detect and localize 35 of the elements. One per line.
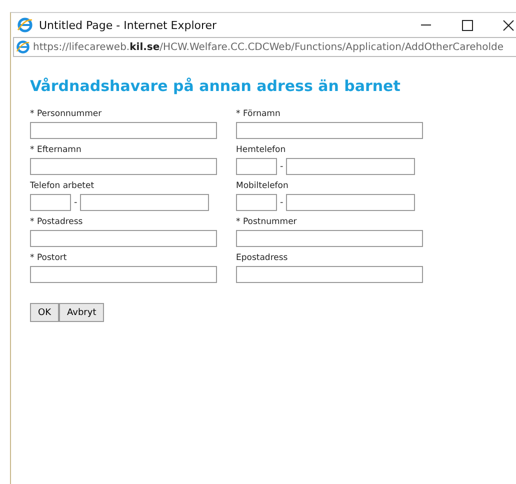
form-heading: Vårdnadshavare på annan adress än barnet <box>30 77 402 95</box>
field-label: * Postnummer <box>236 217 298 227</box>
area-code-field[interactable] <box>236 158 277 175</box>
area-code-field[interactable] <box>30 194 71 211</box>
input-field[interactable] <box>30 122 217 139</box>
separator-text: - <box>280 198 284 208</box>
field-label: Epostadress <box>236 253 289 263</box>
separator-text: - <box>280 162 284 172</box>
input-field[interactable] <box>236 122 423 139</box>
window-title: Untitled Page - Internet Explorer <box>39 18 217 32</box>
browser-logo-icon <box>16 40 30 54</box>
input-field[interactable] <box>236 266 423 283</box>
field-label: Mobiltelefon <box>236 181 290 191</box>
phone-number-field[interactable] <box>286 158 416 175</box>
field-label: * Personnummer <box>30 109 103 119</box>
field-label: Telefon arbetet <box>30 181 96 191</box>
area-code-field[interactable] <box>236 194 277 211</box>
phone-number-field[interactable] <box>80 194 210 211</box>
field-label: * Postadress <box>30 217 84 227</box>
field-label: * Förnamn <box>236 109 282 119</box>
cancel-button[interactable]: Avbryt <box>59 303 104 322</box>
input-field[interactable] <box>236 230 423 247</box>
field-label: * Efternamn <box>30 145 82 155</box>
input-field[interactable] <box>30 266 217 283</box>
field-label: * Postort <box>30 253 68 263</box>
address-bar[interactable]: https://lifecareweb.kil.se/HCW.Welfare.CC.CDCWeb/Functions/Application/AddOtherCareholde <box>13 37 516 57</box>
phone-number-field[interactable] <box>286 194 416 211</box>
close-icon[interactable] <box>503 20 514 30</box>
field-label: Hemtelefon <box>236 145 287 155</box>
ok-button[interactable]: OK <box>30 303 59 322</box>
maximize-icon[interactable] <box>462 20 473 30</box>
input-field[interactable] <box>30 158 217 175</box>
separator-text: - <box>74 198 78 208</box>
input-field[interactable] <box>30 230 217 247</box>
browser-logo-icon <box>17 17 33 33</box>
